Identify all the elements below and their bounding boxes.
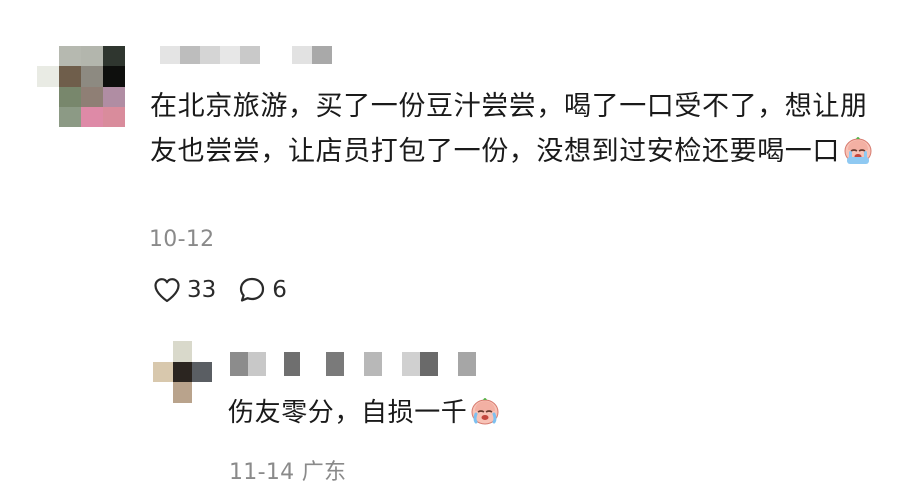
avatar[interactable] [37, 46, 125, 127]
heart-icon [154, 278, 180, 303]
comment-bubble-icon [240, 277, 265, 302]
username-blurred[interactable] [160, 46, 332, 64]
comment-body: 在北京旅游，买了一份豆汁尝尝，喝了一口受不了，想让朋友也尝尝，让店员打包了一份，… [150, 91, 868, 167]
like-count: 33 [187, 277, 217, 303]
comment-date: 10-12 [149, 227, 215, 252]
crying-face-emoji-icon [842, 134, 874, 166]
reply-button[interactable]: 6 [238, 276, 287, 304]
crying-face-emoji-icon [469, 395, 501, 427]
comment-actions: 33 6 [153, 276, 287, 304]
reply-text: 伤友零分，自损一千 [228, 393, 501, 433]
reply-username-blurred[interactable] [230, 352, 476, 376]
comment-text: 在北京旅游，买了一份豆汁尝尝，喝了一口受不了，想让朋友也尝尝，让店员打包了一份，… [150, 84, 885, 174]
like-button[interactable]: 33 [153, 277, 216, 303]
reply-count: 6 [272, 277, 287, 303]
reply-body: 伤友零分，自损一千 [228, 398, 468, 428]
reply-date-location: 11-14 广东 [229, 460, 347, 485]
reply-avatar[interactable] [153, 341, 212, 403]
